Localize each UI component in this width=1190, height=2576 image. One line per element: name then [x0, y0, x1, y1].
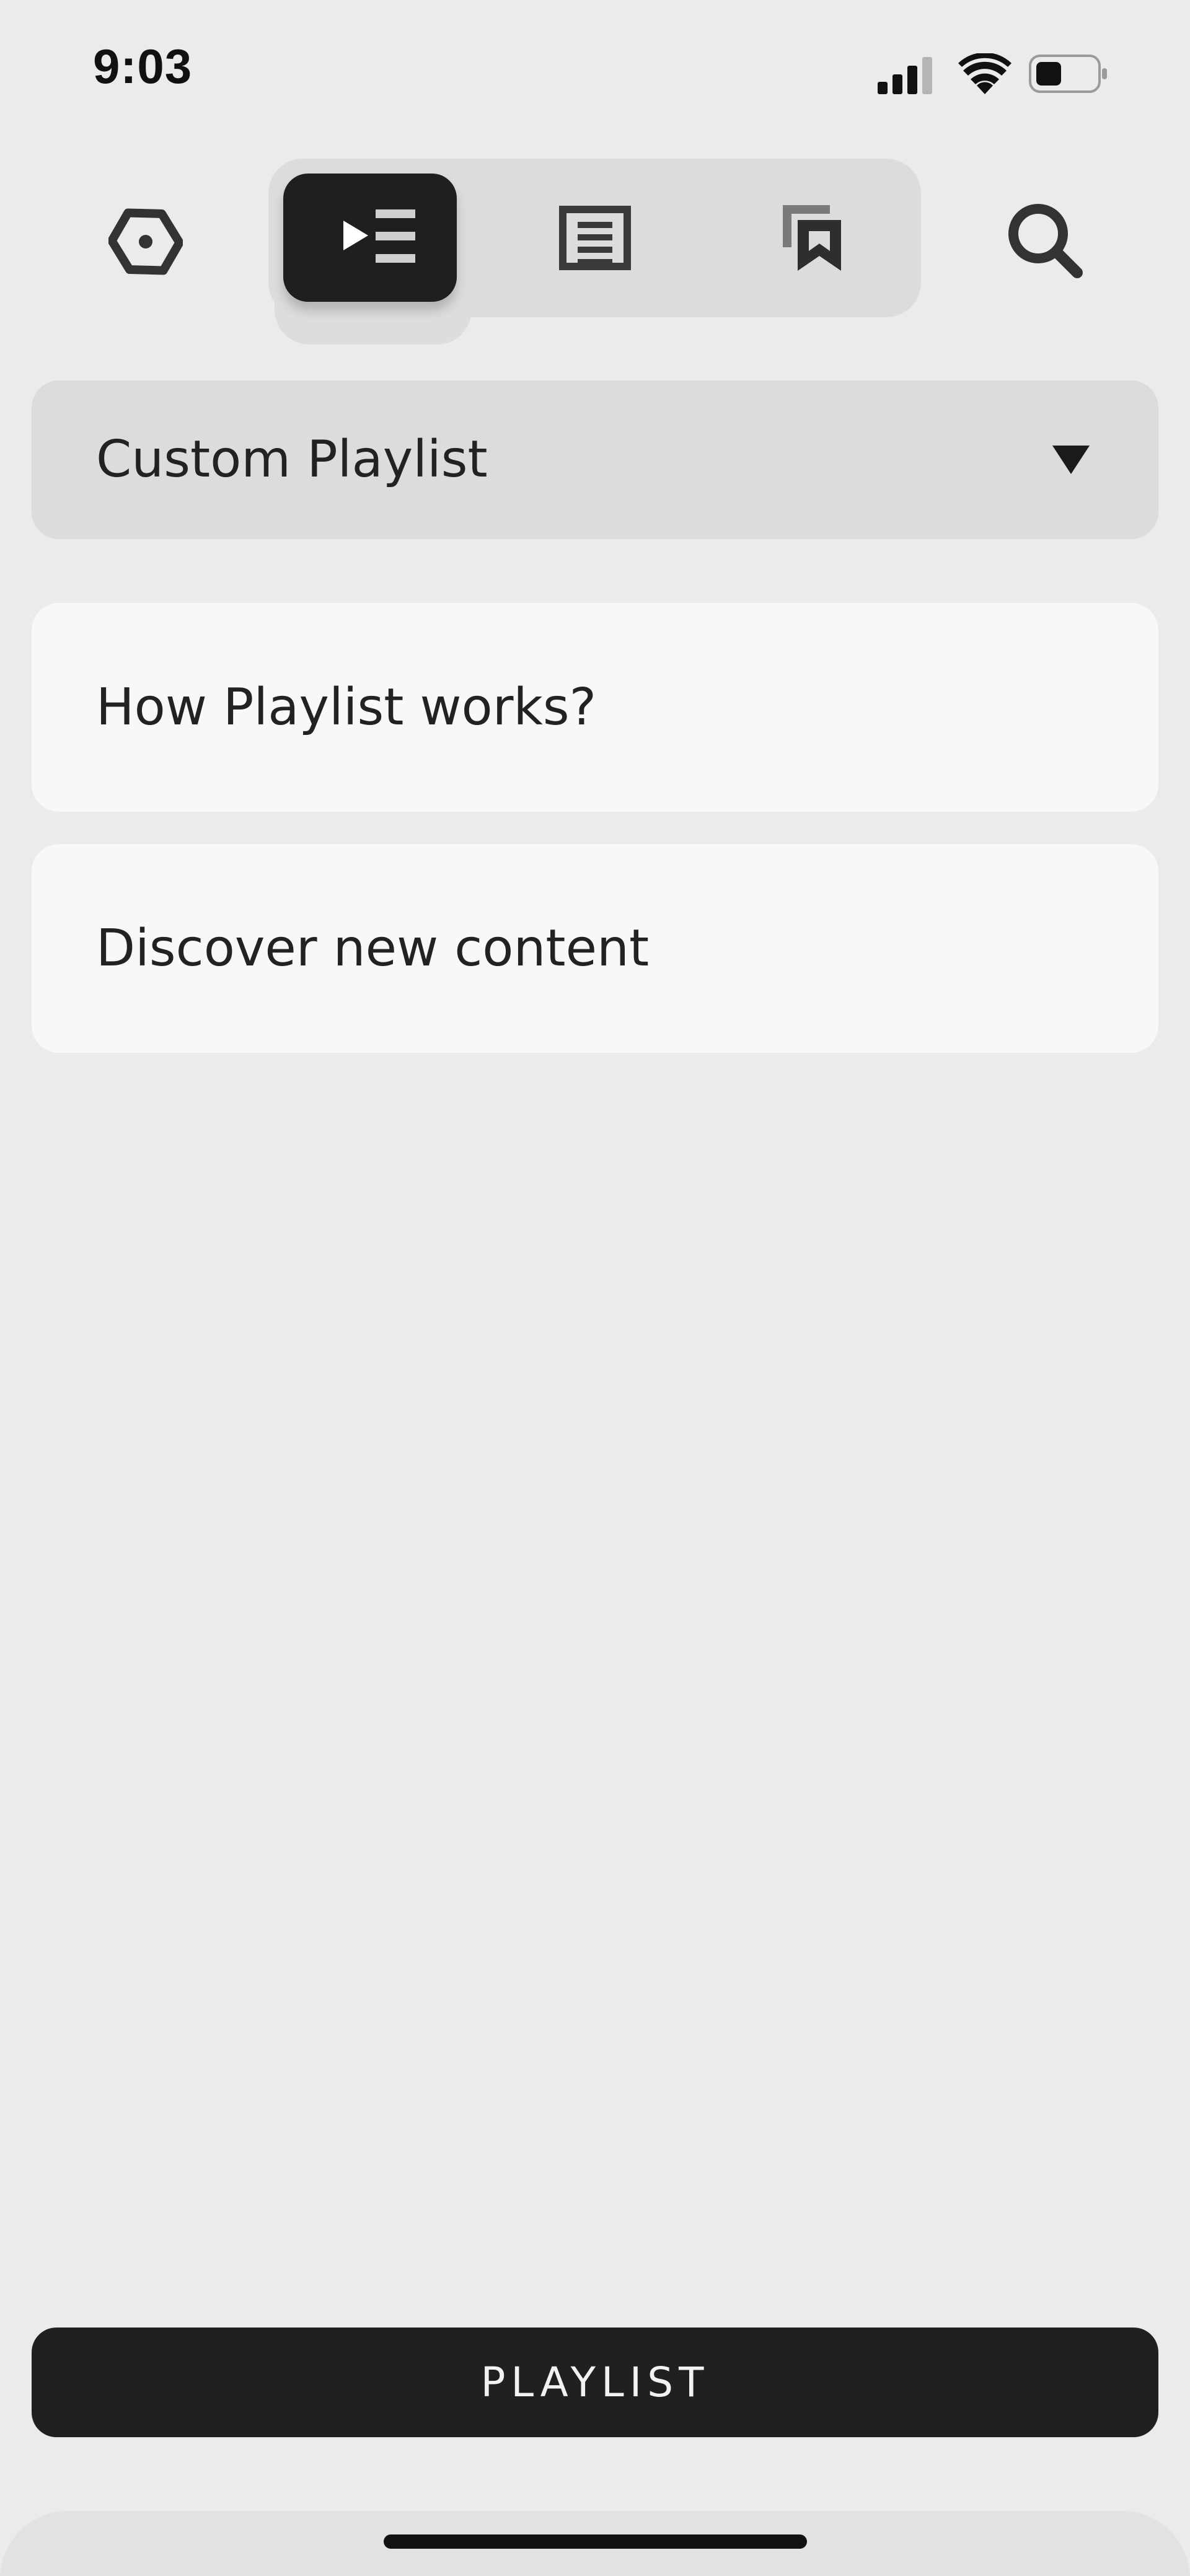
cellular-signal-icon: [878, 57, 932, 94]
playlist-button[interactable]: PLAYLIST: [32, 2328, 1158, 2437]
tab-playlist[interactable]: [268, 159, 486, 317]
play-list-icon: [343, 209, 415, 263]
wifi-icon: [958, 53, 1011, 94]
tab-articles[interactable]: [486, 159, 703, 317]
bookmark-icon: [782, 205, 841, 271]
discover-content-card[interactable]: Discover new content: [32, 844, 1158, 1053]
card-label: Discover new content: [96, 919, 650, 978]
document-icon: [558, 206, 631, 270]
hexagon-settings-icon: [107, 208, 184, 275]
tab-bookmarks[interactable]: [703, 159, 921, 317]
how-playlist-works-card[interactable]: How Playlist works?: [32, 603, 1158, 812]
dropdown-selected-value: Custom Playlist: [96, 430, 488, 489]
home-indicator[interactable]: [384, 2534, 807, 2549]
settings-button[interactable]: [107, 204, 184, 279]
playlist-type-dropdown[interactable]: Custom Playlist: [32, 380, 1158, 539]
playlist-button-label: PLAYLIST: [480, 2358, 710, 2406]
card-label: How Playlist works?: [96, 678, 597, 737]
battery-icon: [1029, 55, 1107, 93]
status-time: 9:03: [93, 39, 193, 94]
caret-down-icon: [1052, 446, 1090, 474]
search-icon: [1008, 204, 1083, 278]
app-screen: 9:03 Custom Playlist How Playlist works?…: [0, 0, 1190, 2576]
view-switcher: [268, 159, 921, 317]
status-icons: [878, 50, 1144, 99]
search-button[interactable]: [1004, 200, 1085, 280]
